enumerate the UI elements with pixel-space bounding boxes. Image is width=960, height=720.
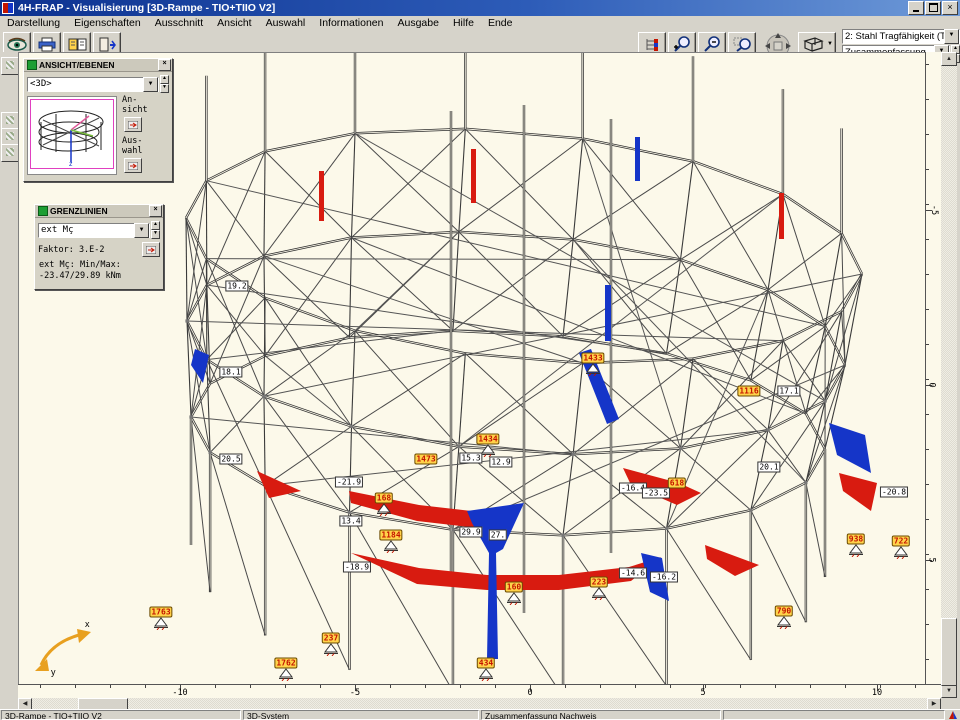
menu-bar: DarstellungEigenschaftenAusschnittAnsich… bbox=[0, 16, 960, 31]
close-button[interactable]: × bbox=[942, 1, 958, 15]
side-button-4[interactable] bbox=[1, 144, 19, 162]
faktor-text: Faktor: 3.E-2 bbox=[38, 245, 105, 255]
component-dropdown-value: ext Mç bbox=[39, 225, 134, 235]
main-toolbar: ▼ 2: Stahl Tragfähigkeit (Th. 2. O ▼ Zus… bbox=[0, 30, 960, 52]
axis-indicator: x y bbox=[35, 619, 91, 677]
axis-y-label: y bbox=[51, 667, 56, 677]
view-3d-dropdown-arrow[interactable]: ▼ bbox=[827, 41, 833, 47]
status-system: 3D-System bbox=[243, 710, 479, 720]
minimize-button[interactable] bbox=[908, 1, 924, 15]
books-icon bbox=[68, 37, 87, 51]
view-thumbnail[interactable]: z bbox=[27, 96, 117, 175]
grenzlinien-panel-close-icon[interactable]: × bbox=[149, 205, 162, 217]
eye-icon bbox=[7, 37, 27, 51]
hruler-label: -5 bbox=[350, 688, 360, 698]
app-window: 4H-FRAP - Visualisierung [3D-Rampe - TIO… bbox=[0, 0, 960, 720]
vscroll-thumb[interactable] bbox=[941, 618, 957, 686]
view-select-dropdown[interactable]: <3D> ▼ bbox=[27, 77, 159, 92]
zoom-window-icon bbox=[733, 36, 752, 52]
faktor-dialog-button[interactable] bbox=[142, 242, 160, 257]
dialog-window-icon bbox=[128, 121, 138, 129]
component-dropdown[interactable]: ext Mç ▼ bbox=[38, 223, 150, 238]
select-tree-icon bbox=[643, 37, 661, 52]
printer-icon bbox=[38, 37, 56, 52]
status-project: 3D-Rampe - TIO+TIIO V2 bbox=[1, 710, 241, 720]
horizontal-ruler: -10 -5 0 5 10 bbox=[18, 684, 941, 699]
view-select-spinner[interactable]: ▲▼ bbox=[160, 75, 169, 93]
menu-item-eigenschaften[interactable]: Eigenschaften bbox=[67, 16, 148, 30]
status-extra bbox=[723, 710, 945, 720]
ansicht-panel-titlebar[interactable]: ANSICHT/EBENEN × bbox=[24, 59, 172, 72]
dialog-window-icon bbox=[128, 162, 138, 170]
nachweis-dropdown-value: 2: Stahl Tragfähigkeit (Th. 2. O bbox=[843, 31, 944, 42]
menu-item-darstellung[interactable]: Darstellung bbox=[0, 16, 67, 30]
vruler-label: 0 bbox=[927, 382, 937, 387]
thumb-axis-z-label: z bbox=[69, 161, 73, 168]
component-spinner[interactable]: ▲▼ bbox=[151, 221, 160, 239]
hruler-label: 5 bbox=[700, 688, 705, 698]
menu-item-ausschnitt[interactable]: Ausschnitt bbox=[148, 16, 210, 30]
window-title: 4H-FRAP - Visualisierung [3D-Rampe - TIO… bbox=[18, 2, 275, 14]
panel-icon bbox=[38, 206, 48, 216]
menu-item-hilfe[interactable]: Hilfe bbox=[446, 16, 481, 30]
drawing-canvas[interactable]: x y 143414731681184143311166182231604341… bbox=[18, 52, 942, 685]
title-bar[interactable]: 4H-FRAP - Visualisierung [3D-Rampe - TIO… bbox=[0, 0, 960, 16]
vruler-label: -5 bbox=[929, 205, 939, 215]
ansicht-label-1: An- bbox=[122, 95, 148, 105]
axis-x-label: x bbox=[85, 619, 90, 629]
status-bar: 3D-Rampe - TIO+TIIO V2 3D-System Zusamme… bbox=[0, 709, 960, 720]
exit-door-icon bbox=[98, 37, 116, 52]
app-icon bbox=[2, 2, 14, 14]
nachweis-dropdown-arrow[interactable]: ▼ bbox=[944, 29, 959, 44]
vruler-label: 5 bbox=[927, 557, 937, 562]
nachweis-dropdown[interactable]: 2: Stahl Tragfähigkeit (Th. 2. O ▼ bbox=[842, 29, 960, 44]
minmax-value: -23.47/29.89 kNm bbox=[39, 271, 159, 281]
grenzlinien-panel-titlebar[interactable]: GRENZLINIEN × bbox=[35, 205, 163, 218]
dialog-window-icon bbox=[146, 246, 156, 254]
left-tool-strip bbox=[0, 52, 18, 710]
side-button-1[interactable] bbox=[1, 57, 19, 75]
zoom-in-icon bbox=[673, 36, 692, 52]
panel-icon bbox=[27, 60, 37, 70]
grenzlinien-panel-title: GRENZLINIEN bbox=[50, 206, 108, 216]
menu-item-ausgabe[interactable]: Ausgabe bbox=[391, 16, 446, 30]
ansicht-panel-title: ANSICHT/EBENEN bbox=[39, 60, 115, 70]
scroll-down-icon[interactable]: ▼ bbox=[941, 684, 957, 698]
hruler-label: 10 bbox=[872, 688, 882, 698]
component-dropdown-arrow[interactable]: ▼ bbox=[134, 223, 149, 238]
menu-item-ansicht[interactable]: Ansicht bbox=[210, 16, 258, 30]
wireframe bbox=[185, 53, 862, 685]
auswahl-label-2: wahl bbox=[122, 146, 148, 156]
status-nachweis: Zusammenfassung Nachweis bbox=[481, 710, 721, 720]
menu-item-informationen[interactable]: Informationen bbox=[312, 16, 390, 30]
hruler-label: 0 bbox=[527, 688, 532, 698]
grenzlinien-panel: GRENZLINIEN × ext Mç ▼ ▲▼ Faktor: 3.E-2 … bbox=[34, 204, 164, 290]
view-select-value: <3D> bbox=[28, 79, 143, 89]
auswahl-dialog-button[interactable] bbox=[124, 158, 142, 173]
ansicht-ebenen-panel: ANSICHT/EBENEN × <3D> ▼ ▲▼ bbox=[23, 58, 173, 182]
menu-item-auswahl[interactable]: Auswahl bbox=[259, 16, 313, 30]
minmax-label: ext Mç: Min/Max: bbox=[39, 260, 159, 270]
hruler-label: -10 bbox=[172, 688, 187, 698]
vertical-scrollbar[interactable]: ▲ ▼ bbox=[941, 52, 957, 698]
auswahl-label-1: Aus- bbox=[122, 136, 148, 146]
cube-3d-icon bbox=[801, 36, 825, 52]
maximize-button[interactable] bbox=[925, 1, 941, 15]
status-logo-icon bbox=[948, 710, 958, 720]
ansicht-panel-close-icon[interactable]: × bbox=[158, 59, 171, 71]
menu-item-ende[interactable]: Ende bbox=[481, 16, 520, 30]
zoom-out-icon bbox=[703, 36, 722, 52]
vertical-ruler: -5 0 5 bbox=[925, 52, 942, 684]
scroll-up-icon[interactable]: ▲ bbox=[941, 52, 957, 66]
ansicht-label-2: sicht bbox=[122, 105, 148, 115]
ansicht-dialog-button[interactable] bbox=[124, 117, 142, 132]
view-select-arrow[interactable]: ▼ bbox=[143, 77, 158, 92]
